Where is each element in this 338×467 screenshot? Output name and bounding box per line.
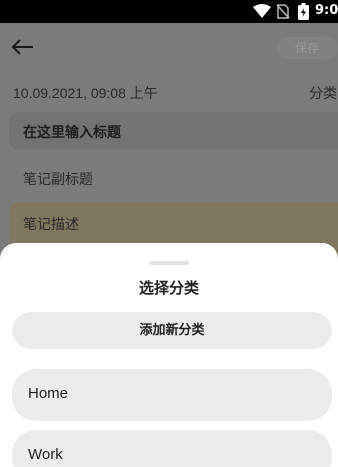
description-placeholder: 笔记描述 xyxy=(23,217,79,233)
sheet-title: 选择分类 xyxy=(138,279,199,297)
battery-charging-icon xyxy=(298,3,309,20)
status-time: 9:08 xyxy=(315,3,338,18)
no-sim-icon xyxy=(276,4,290,19)
note-date: 10.09.2021, 09:08 上午 xyxy=(13,85,158,101)
back-arrow-icon[interactable] xyxy=(11,35,35,59)
category-item-label: Work xyxy=(28,446,63,463)
status-bar: 9:08 xyxy=(0,0,338,23)
category-selector[interactable]: 分类 xyxy=(309,83,337,103)
title-input[interactable]: 在这里输入标题 xyxy=(9,112,338,150)
category-item-work[interactable]: Work xyxy=(12,430,332,467)
title-placeholder: 在这里输入标题 xyxy=(23,125,121,141)
subtitle-input[interactable]: 笔记副标题 xyxy=(23,169,93,189)
add-category-button[interactable]: 添加新分类 xyxy=(12,312,332,349)
category-item-label: Home xyxy=(28,385,69,402)
wifi-icon xyxy=(253,4,271,18)
category-bottom-sheet: 选择分类 添加新分类 Home Work xyxy=(0,243,338,467)
category-item-home[interactable]: Home xyxy=(12,369,332,421)
save-button[interactable]: 保存 xyxy=(276,37,338,59)
sheet-drag-handle[interactable] xyxy=(149,261,189,265)
